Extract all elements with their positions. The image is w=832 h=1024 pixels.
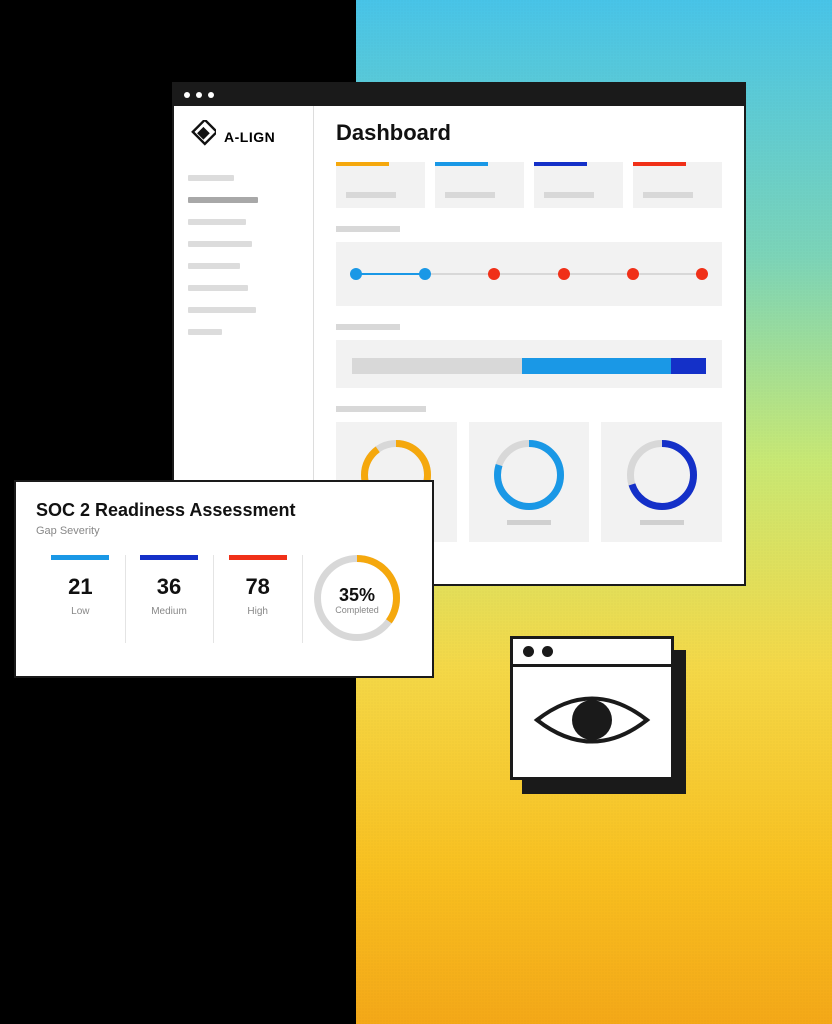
sidebar-item[interactable]: [188, 307, 256, 313]
progress-bar: [352, 358, 706, 374]
severity-bar: [140, 555, 198, 560]
donut-label-placeholder: [507, 520, 551, 525]
eye-window-titlebar[interactable]: [513, 639, 671, 667]
stat-accent: [336, 162, 389, 166]
section-label: [336, 324, 400, 330]
completion-donut: 35%Completed: [302, 555, 412, 646]
brand-name: A-LIGN: [224, 129, 275, 145]
severity-value: 78: [217, 574, 298, 600]
page-title: Dashboard: [336, 120, 722, 146]
timeline-step-pending[interactable]: [558, 268, 570, 280]
stat-card[interactable]: [336, 162, 425, 208]
sidebar-item-active[interactable]: [188, 197, 258, 203]
completion-value: 35%Completed: [335, 586, 379, 615]
brand-logo-icon: [188, 120, 216, 153]
sidebar-item[interactable]: [188, 175, 234, 181]
severity-label: High: [217, 606, 298, 617]
eye-window: [510, 636, 674, 780]
stat-placeholder: [643, 192, 693, 198]
severity-metric-medium: 36 Medium: [125, 555, 214, 617]
traffic-dot-icon[interactable]: [184, 92, 190, 98]
severity-value: 21: [40, 574, 121, 600]
section-label: [336, 406, 426, 412]
stat-card[interactable]: [534, 162, 623, 208]
stat-placeholder: [544, 192, 594, 198]
stat-accent: [534, 162, 587, 166]
donut-label-placeholder: [640, 520, 684, 525]
severity-bar: [51, 555, 109, 560]
severity-label: Medium: [129, 606, 210, 617]
severity-value: 36: [129, 574, 210, 600]
progress-segment: [352, 358, 522, 374]
donut-icon: [627, 440, 697, 510]
sidebar-item[interactable]: [188, 285, 248, 291]
timeline-track: [356, 273, 702, 275]
traffic-dot-icon[interactable]: [196, 92, 202, 98]
soc2-readiness-card: SOC 2 Readiness Assessment Gap Severity …: [14, 480, 434, 678]
progress-segment: [522, 358, 671, 374]
sidebar-item[interactable]: [188, 219, 246, 225]
severity-label: Low: [40, 606, 121, 617]
traffic-dot-icon[interactable]: [542, 646, 553, 657]
severity-metric-high: 78 High: [213, 555, 302, 617]
section-label: [336, 226, 400, 232]
stat-cards-row: [336, 162, 722, 208]
sidebar-item[interactable]: [188, 241, 252, 247]
brand[interactable]: A-LIGN: [188, 120, 299, 153]
soc2-subtitle: Gap Severity: [36, 525, 412, 537]
stat-placeholder: [346, 192, 396, 198]
traffic-dot-icon[interactable]: [208, 92, 214, 98]
stat-card[interactable]: [633, 162, 722, 208]
traffic-dot-icon[interactable]: [523, 646, 534, 657]
timeline-step-done[interactable]: [419, 268, 431, 280]
progress-card: [336, 340, 722, 388]
donut-card[interactable]: [469, 422, 590, 542]
timeline-progress: [356, 273, 425, 275]
eye-window-body: [513, 667, 671, 777]
eye-icon: [533, 685, 651, 760]
timeline-step-pending[interactable]: [488, 268, 500, 280]
sidebar-item[interactable]: [188, 263, 240, 269]
window-titlebar[interactable]: [174, 84, 744, 106]
timeline-card: [336, 242, 722, 306]
donut-card[interactable]: [601, 422, 722, 542]
soc2-metrics-row: 21 Low 36 Medium 78 High 35%Completed: [36, 555, 412, 646]
stat-card[interactable]: [435, 162, 524, 208]
stat-accent: [435, 162, 488, 166]
severity-bar: [229, 555, 287, 560]
sidebar-item[interactable]: [188, 329, 222, 335]
stat-placeholder: [445, 192, 495, 198]
timeline-step-pending[interactable]: [696, 268, 708, 280]
timeline-step-done[interactable]: [350, 268, 362, 280]
severity-metric-low: 21 Low: [36, 555, 125, 617]
soc2-title: SOC 2 Readiness Assessment: [36, 500, 412, 521]
progress-segment: [671, 358, 706, 374]
timeline-step-pending[interactable]: [627, 268, 639, 280]
donut-icon: [494, 440, 564, 510]
stat-accent: [633, 162, 686, 166]
